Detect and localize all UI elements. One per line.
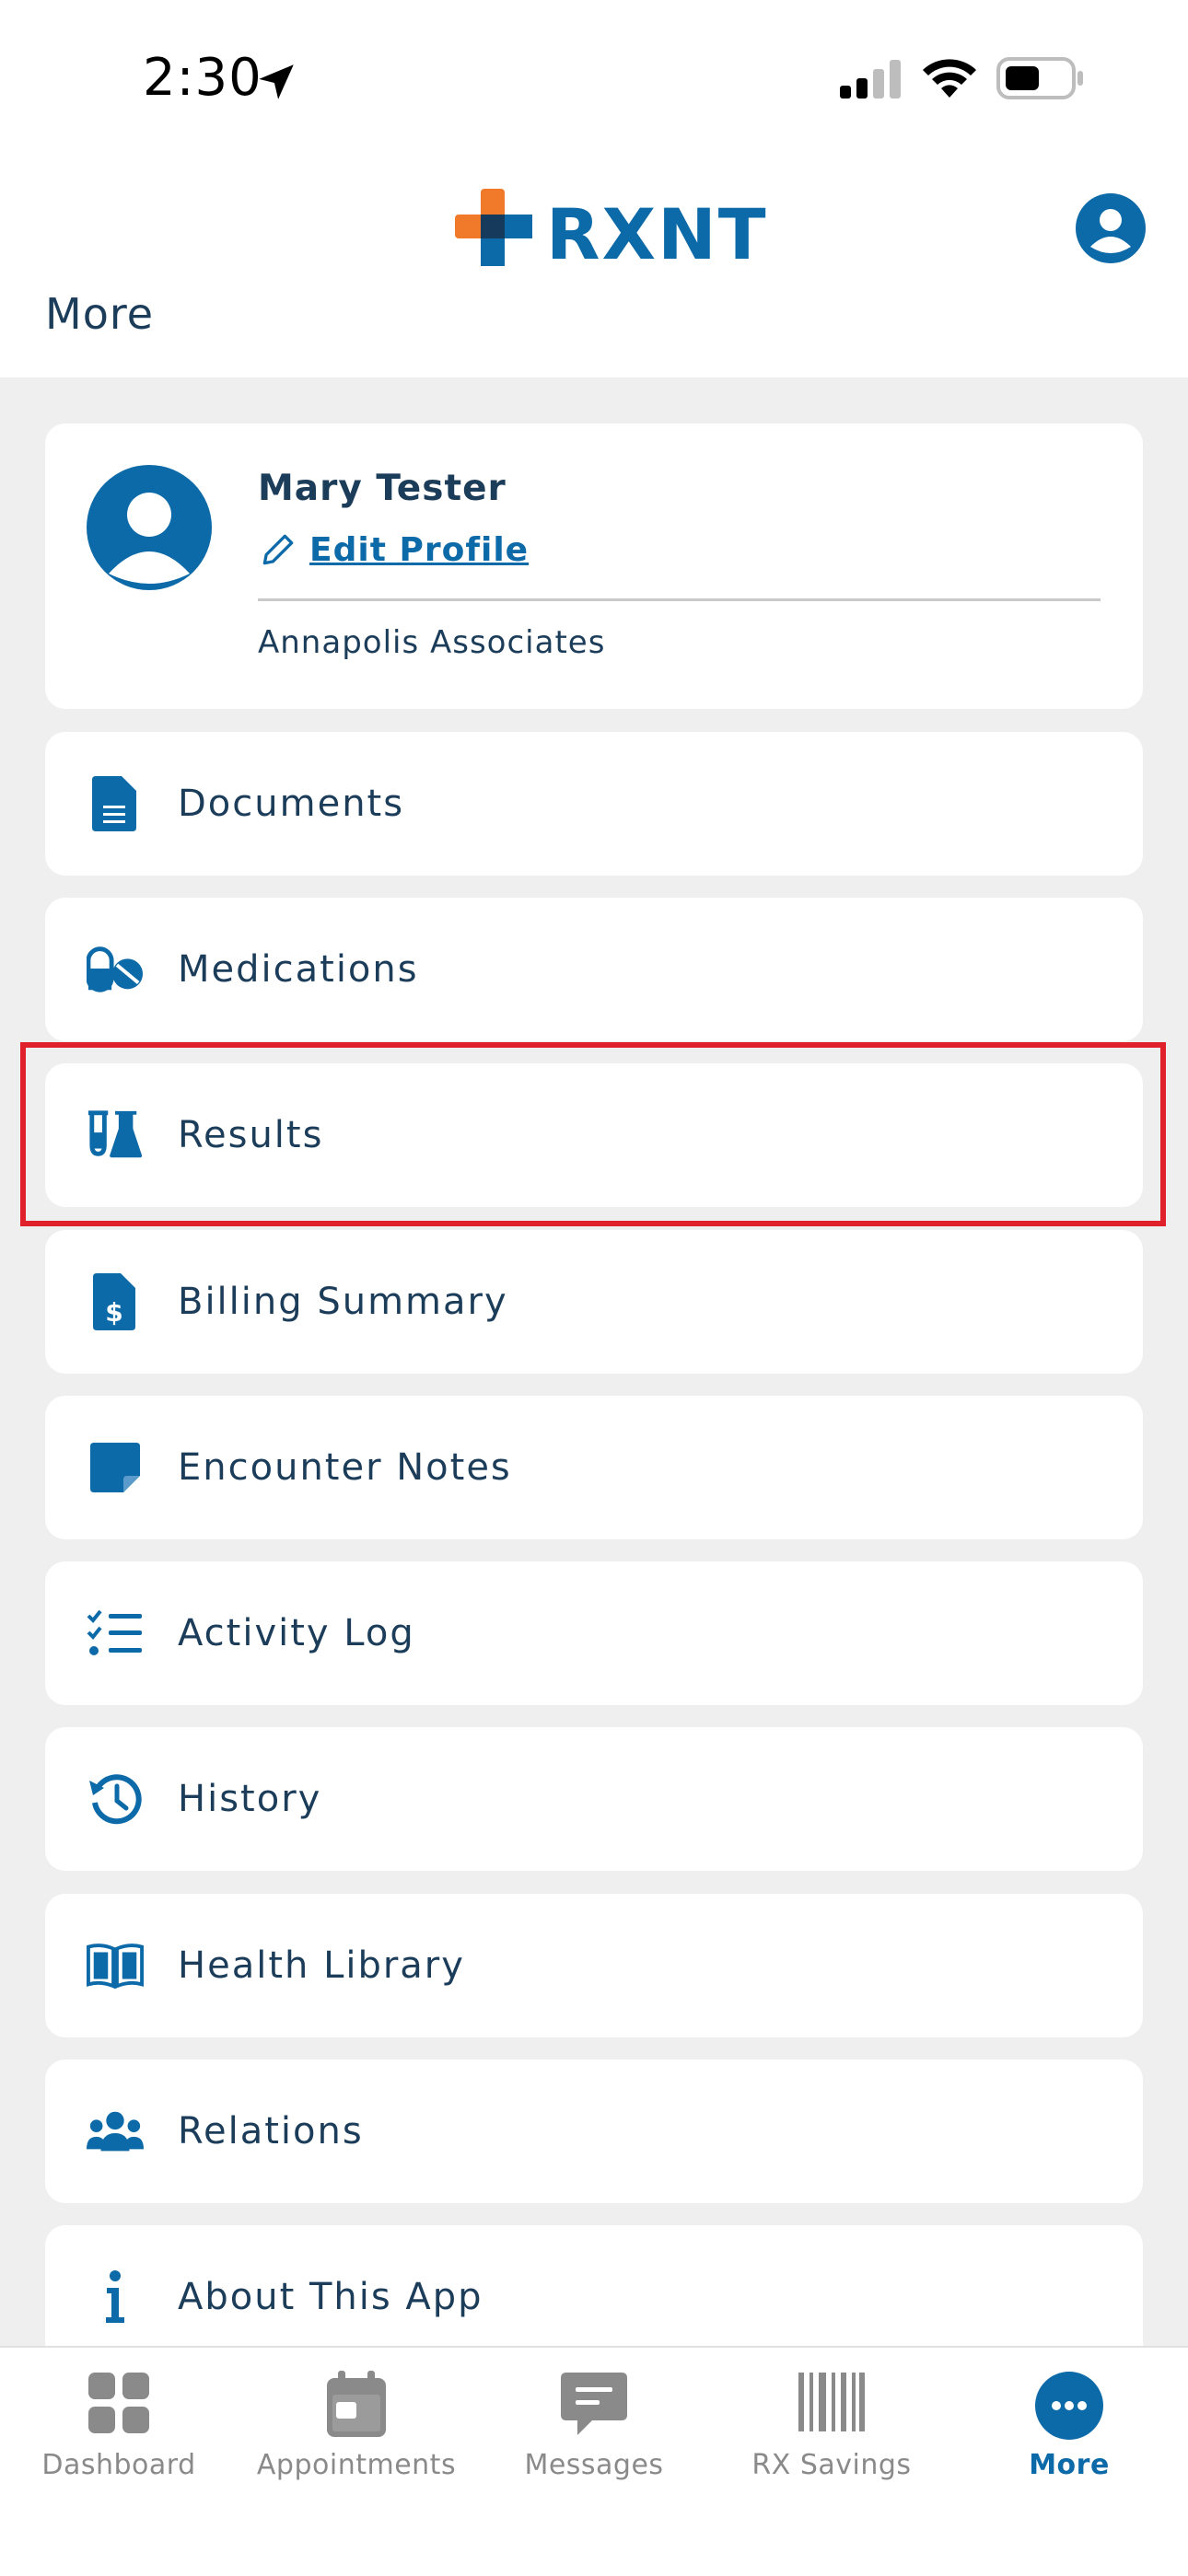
menu-item-billing-summary[interactable]: $ Billing Summary	[45, 1230, 1143, 1374]
barcode-icon	[798, 2373, 865, 2431]
status-time: 2:30	[143, 48, 262, 108]
menu-item-label: History	[178, 1778, 322, 1820]
highlight-box	[20, 1042, 1166, 1226]
tab-more[interactable]: More	[950, 2348, 1188, 2576]
document-icon	[87, 775, 144, 832]
tab-bar: Dashboard Appointments Messages RX Savin…	[0, 2346, 1188, 2576]
checklist-icon	[87, 1605, 144, 1662]
divider	[258, 598, 1101, 601]
cellular-signal-icon	[840, 60, 901, 99]
edit-profile-label[interactable]: Edit Profile	[309, 531, 529, 569]
profile-name: Mary Tester	[258, 468, 507, 509]
tab-label: Appointments	[256, 2449, 457, 2481]
menu-item-label: Relations	[178, 2110, 364, 2152]
tab-label: More	[1029, 2449, 1110, 2481]
pills-icon	[87, 941, 144, 998]
menu-item-label: Activity Log	[178, 1612, 415, 1654]
invoice-dollar-icon: $	[87, 1273, 144, 1330]
rxnt-logo-icon	[455, 189, 532, 266]
wifi-icon	[923, 59, 976, 98]
users-icon	[87, 2103, 144, 2160]
svg-text:$: $	[105, 1297, 122, 1328]
message-icon	[561, 2373, 627, 2435]
user-avatar-icon	[109, 493, 190, 584]
menu-item-activity-log[interactable]: Activity Log	[45, 1561, 1143, 1705]
battery-icon	[996, 57, 1083, 99]
page-title: More	[45, 289, 155, 339]
account-icon[interactable]	[1076, 193, 1146, 263]
menu-item-label: About This App	[178, 2276, 483, 2318]
tab-messages[interactable]: Messages	[475, 2348, 713, 2576]
brand-name: RXNT	[546, 193, 768, 275]
menu-item-history[interactable]: History	[45, 1727, 1143, 1871]
book-open-icon	[87, 1937, 144, 1994]
calendar-icon	[327, 2371, 386, 2437]
menu-item-medications[interactable]: Medications	[45, 898, 1143, 1041]
practice-name: Annapolis Associates	[258, 624, 606, 661]
menu-item-relations[interactable]: Relations	[45, 2060, 1143, 2203]
tab-appointments[interactable]: Appointments	[238, 2348, 475, 2576]
menu-item-label: Health Library	[178, 1944, 465, 1987]
more-dots-icon	[1035, 2372, 1103, 2440]
info-icon	[87, 2269, 144, 2326]
location-arrow-icon	[259, 64, 294, 99]
tab-label: RX Savings	[751, 2449, 912, 2481]
menu-item-label: Documents	[178, 783, 405, 825]
edit-profile-link[interactable]: Edit Profile	[258, 529, 529, 570]
menu-item-encounter-notes[interactable]: Encounter Notes	[45, 1396, 1143, 1539]
menu-item-label: Billing Summary	[178, 1281, 508, 1323]
menu-item-label: Medications	[178, 948, 419, 991]
avatar	[87, 465, 212, 590]
tab-rx-savings[interactable]: RX Savings	[713, 2348, 950, 2576]
menu-item-label: Encounter Notes	[178, 1446, 512, 1489]
grid-icon	[88, 2373, 149, 2433]
profile-card: Mary Tester Edit Profile Annapolis Assoc…	[45, 424, 1143, 709]
tab-label: Messages	[524, 2449, 664, 2481]
tab-dashboard[interactable]: Dashboard	[0, 2348, 238, 2576]
history-clock-icon	[87, 1770, 144, 1828]
sticky-note-icon	[87, 1439, 144, 1496]
menu-item-documents[interactable]: Documents	[45, 732, 1143, 876]
top-bar: 2:30 RXNT More	[0, 0, 1188, 377]
tab-label: Dashboard	[41, 2449, 196, 2481]
menu-item-health-library[interactable]: Health Library	[45, 1894, 1143, 2037]
pencil-icon	[262, 534, 294, 565]
